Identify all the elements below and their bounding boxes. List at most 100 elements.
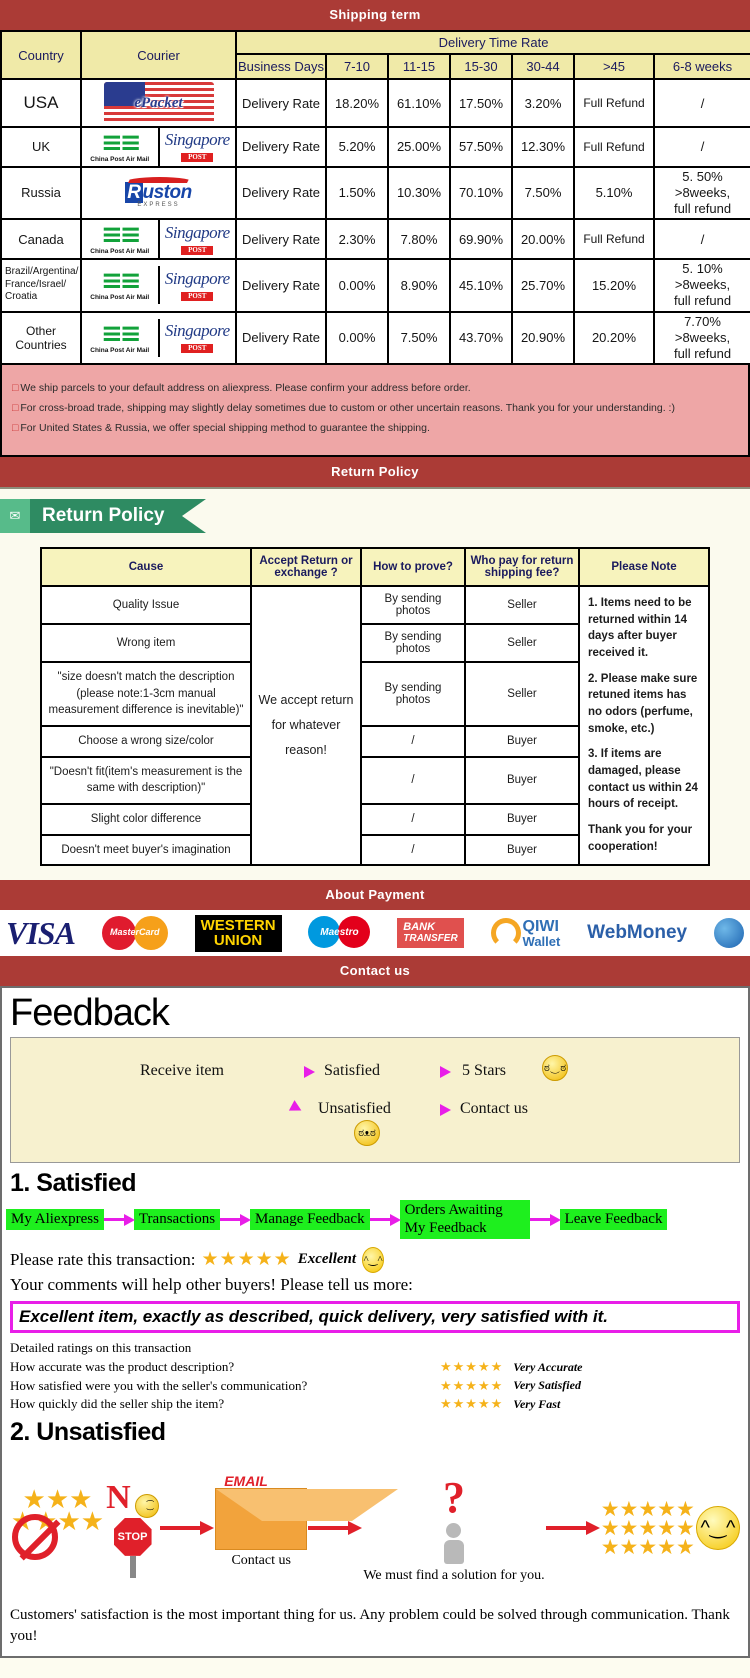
- singapore-post-logo-icon: Singapore POST: [164, 321, 230, 354]
- step-orders-awaiting-my-feedback[interactable]: Orders Awaiting My Feedback: [399, 1200, 530, 1239]
- step-my-aliexpress[interactable]: My Aliexpress: [6, 1209, 104, 1231]
- webmoney-icon: WebMoney: [587, 922, 687, 944]
- step-transactions[interactable]: Transactions: [133, 1209, 221, 1231]
- rating-word: Excellent: [297, 1251, 357, 1268]
- rate-label: Delivery Rate: [235, 218, 327, 260]
- maestro-label: Maestro: [320, 927, 359, 939]
- table-row: Quality Issue We accept return for whate…: [40, 585, 710, 867]
- detailed-value: Very Fast: [513, 1397, 561, 1412]
- rate-7-10: 2.30%: [325, 218, 389, 260]
- shipping-note: We ship parcels to your default address …: [12, 379, 738, 399]
- shipping-notes: We ship parcels to your default address …: [0, 365, 750, 458]
- rate-11-15: 7.50%: [387, 310, 451, 366]
- about-payment-banner: About Payment: [0, 880, 750, 911]
- note-item: 3. If items are damaged, please contact …: [588, 748, 698, 811]
- row-country: Russia: [0, 165, 82, 221]
- cause-cell: Wrong item: [40, 623, 252, 664]
- row-country: Canada: [0, 218, 82, 260]
- stop-post-icon: [129, 1555, 136, 1578]
- row-courier: ePacket: [80, 78, 237, 128]
- arrow-icon: [529, 1213, 561, 1226]
- rate-7-10: 5.20%: [325, 126, 389, 168]
- sad-face-icon: ಠᴥಠ: [354, 1120, 380, 1147]
- rate-prompt: Please rate this transaction:: [10, 1249, 196, 1269]
- col-11-15: 11-15: [387, 53, 451, 80]
- bank-transfer-icon: BANK TRANSFER: [397, 918, 464, 949]
- rate-6-8-weeks: 5. 10% >8weeks, full refund: [652, 257, 750, 313]
- flow-five-stars: 5 Stars: [462, 1062, 506, 1080]
- five-star-rating-icon: ★★★★★ ★★★★★ ★★★★★: [600, 1497, 695, 1559]
- rate-30-44: 12.30%: [511, 126, 575, 168]
- step-leave-feedback[interactable]: Leave Feedback: [559, 1209, 668, 1231]
- row-courier: ≡≡ China Post Air Mail Singapore POST: [80, 218, 237, 260]
- col-accept-return: Accept Return or exchange ?: [250, 547, 362, 588]
- col-over-45: >45: [573, 53, 655, 80]
- rate-30-44: 20.90%: [511, 310, 575, 366]
- rate-6-8-weeks: /: [652, 218, 750, 260]
- arrow-icon: [103, 1213, 135, 1226]
- col-30-44: 30-44: [511, 53, 575, 80]
- rate-over-45: 15.20%: [573, 257, 655, 313]
- western-union-line1: WESTERN: [200, 916, 276, 934]
- prove-cell: /: [360, 755, 466, 806]
- feedback-title: Feedback: [10, 992, 170, 1035]
- detailed-question: How quickly did the seller ship the item…: [10, 1396, 225, 1412]
- rate-over-45: 5.10%: [573, 165, 655, 221]
- col-who-pays: Who pay for return shipping fee?: [464, 547, 580, 588]
- maestro-icon: Maestro: [308, 916, 371, 950]
- rate-label: Delivery Rate: [235, 78, 327, 128]
- rate-11-15: 8.90%: [387, 257, 451, 313]
- cause-cell: "size doesn't match the description (ple…: [40, 661, 252, 728]
- no-bad-rating-icon: ★★★ ★★★★: [10, 1486, 105, 1568]
- satisfied-heading: 1. Satisfied: [10, 1169, 137, 1198]
- detailed-heading: Detailed ratings on this transaction: [10, 1339, 192, 1355]
- col-cause: Cause: [40, 547, 252, 588]
- please-note-cell: 1. Items need to be returned within 14 d…: [578, 585, 710, 867]
- note-item: 2. Please make sure retuned items has no…: [588, 672, 698, 735]
- rate-30-44: 3.20%: [511, 78, 575, 128]
- return-policy-ribbon-label: Return Policy: [30, 499, 183, 534]
- detailed-stars: ★★★★★: [440, 1377, 504, 1393]
- rating-stars[interactable]: ★★★★★: [202, 1248, 292, 1271]
- unsatisfied-flow: ★★★ ★★★★ N ͜͡ STOP EMAIL Contact us ? We: [2, 1449, 748, 1599]
- rate-11-15: 7.80%: [387, 218, 451, 260]
- row-courier: ≡≡ China Post Air Mail Singapore POST: [80, 126, 237, 168]
- happy-face-icon: ಠ‿ಠ: [542, 1055, 568, 1082]
- rate-label: Delivery Rate: [235, 257, 327, 313]
- table-row: Russia Ruston EXPRESS Delivery Rate 1.50…: [0, 165, 750, 221]
- prove-cell: By sending photos: [360, 623, 466, 664]
- cause-cell: Quality Issue: [40, 585, 252, 626]
- rate-30-44: 25.70%: [511, 257, 575, 313]
- table-row: Brazil/Argentina/ France/Israel/ Croatia…: [0, 257, 750, 313]
- contact-us-caption: Contact us: [231, 1552, 291, 1568]
- rate-30-44: 7.50%: [511, 165, 575, 221]
- prove-cell: /: [360, 833, 466, 867]
- china-post-air-mail-logo-icon: ≡≡ China Post Air Mail: [90, 220, 150, 256]
- product-description-page: Shipping term Country Courier Delivery T…: [0, 0, 750, 1658]
- detailed-question: How accurate was the product description…: [10, 1358, 235, 1374]
- flow-satisfied: Satisfied: [324, 1062, 380, 1080]
- detailed-stars: ★★★★★: [440, 1358, 504, 1374]
- rate-15-30: 70.10%: [449, 165, 513, 221]
- rate-6-8-weeks: 5. 50% >8weeks, full refund: [652, 165, 750, 221]
- detailed-value: Very Satisfied: [513, 1378, 581, 1393]
- rate-over-45: Full Refund: [573, 78, 655, 128]
- mastercard-label: MasterCard: [110, 927, 160, 938]
- row-courier: ≡≡ China Post Air Mail Singapore POST: [80, 310, 237, 366]
- singapore-post-logo-icon: Singapore POST: [164, 130, 230, 163]
- comment-text[interactable]: Excellent item, exactly as described, qu…: [10, 1300, 740, 1333]
- rate-6-8-weeks: 7.70% >8weeks, full refund: [652, 310, 750, 366]
- row-country: Other Countries: [0, 310, 82, 366]
- prove-cell: By sending photos: [360, 661, 466, 728]
- arrow-icon: [160, 1521, 215, 1536]
- webmoney-globe-icon: [713, 918, 744, 949]
- payer-cell: Seller: [464, 623, 580, 664]
- western-union-icon: WESTERN UNION: [194, 914, 282, 953]
- step-manage-feedback[interactable]: Manage Feedback: [250, 1209, 370, 1231]
- cause-cell: Doesn't meet buyer's imagination: [40, 833, 252, 867]
- rate-15-30: 17.50%: [449, 78, 513, 128]
- rate-15-30: 43.70%: [449, 310, 513, 366]
- shipping-note: For cross-broad trade, shipping may slig…: [12, 399, 738, 419]
- shipping-term-banner: Shipping term: [0, 0, 750, 30]
- person-icon: [441, 1523, 467, 1565]
